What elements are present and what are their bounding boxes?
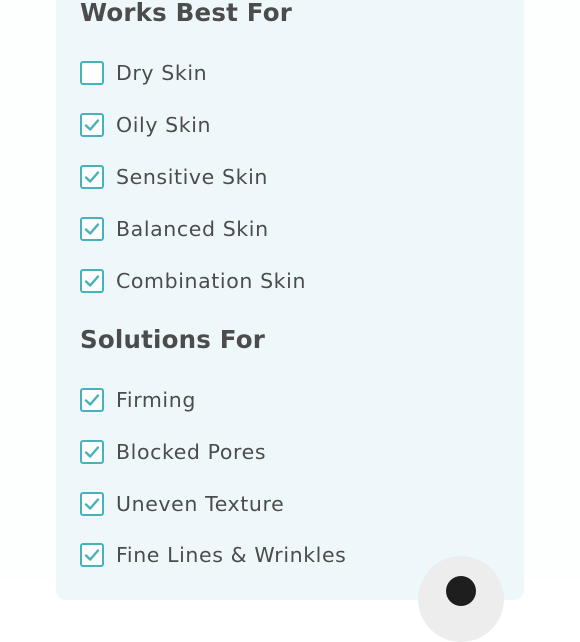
checkbox-row-sensitive-skin[interactable]: Sensitive Skin <box>80 163 268 191</box>
checkbox-row-combination-skin[interactable]: Combination Skin <box>80 267 306 295</box>
checkbox-label: Balanced Skin <box>116 217 269 241</box>
checkbox-sensitive-skin[interactable] <box>80 165 104 189</box>
checkbox-blocked-pores[interactable] <box>80 440 104 464</box>
check-icon <box>84 549 100 561</box>
checkbox-combination-skin[interactable] <box>80 269 104 293</box>
checkbox-row-firming[interactable]: Firming <box>80 386 196 414</box>
section-title-solutions-for: Solutions For <box>80 325 266 354</box>
check-icon <box>84 394 100 406</box>
chat-icon <box>446 576 476 606</box>
checkbox-row-dry-skin[interactable]: Dry Skin <box>80 59 207 87</box>
check-icon <box>84 275 100 287</box>
check-icon <box>84 223 100 235</box>
checkbox-label: Sensitive Skin <box>116 165 268 189</box>
check-icon <box>84 171 100 183</box>
checkbox-label: Fine Lines & Wrinkles <box>116 543 347 567</box>
checkbox-label: Dry Skin <box>116 61 208 85</box>
checkbox-oily-skin[interactable] <box>80 113 104 137</box>
checkbox-row-oily-skin[interactable]: Oily Skin <box>80 111 211 139</box>
checkbox-label: Combination Skin <box>116 269 307 293</box>
page: Works Best For Dry Skin Oily Skin Sensit… <box>0 0 580 642</box>
chat-button[interactable] <box>418 556 504 642</box>
checkbox-dry-skin[interactable] <box>80 61 104 85</box>
checkbox-label: Uneven Texture <box>116 492 285 516</box>
checkbox-label: Firming <box>116 388 196 412</box>
checkbox-fine-lines-wrinkles[interactable] <box>80 543 104 567</box>
checkbox-row-blocked-pores[interactable]: Blocked Pores <box>80 438 266 466</box>
checkbox-firming[interactable] <box>80 388 104 412</box>
checkbox-row-balanced-skin[interactable]: Balanced Skin <box>80 215 269 243</box>
checkbox-uneven-texture[interactable] <box>80 492 104 516</box>
checkbox-label: Blocked Pores <box>116 440 267 464</box>
checkbox-row-uneven-texture[interactable]: Uneven Texture <box>80 490 284 518</box>
check-icon <box>84 498 100 510</box>
checkbox-balanced-skin[interactable] <box>80 217 104 241</box>
checkbox-row-fine-lines-wrinkles[interactable]: Fine Lines & Wrinkles <box>80 541 346 569</box>
section-title-works-best-for: Works Best For <box>80 0 293 27</box>
check-icon <box>84 446 100 458</box>
check-icon <box>84 119 100 131</box>
checkbox-label: Oily Skin <box>116 113 212 137</box>
